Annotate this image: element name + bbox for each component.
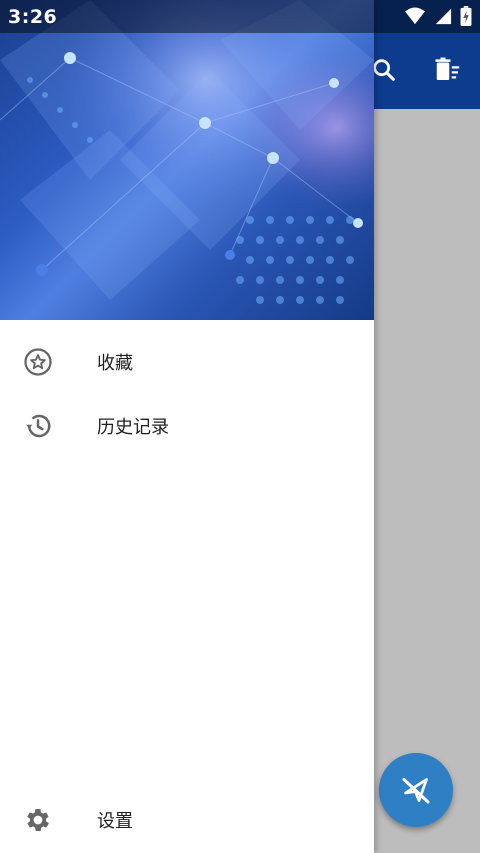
drawer-item-history[interactable]: 历史记录 — [0, 394, 374, 458]
gear-icon — [22, 804, 54, 836]
wifi-icon — [405, 7, 425, 25]
drawer-item-settings[interactable]: 设置 — [0, 788, 374, 852]
star-circle-icon — [22, 346, 54, 378]
status-bar: 3:26 — [0, 0, 480, 33]
drawer-header-image — [0, 0, 374, 320]
drawer-item-favorites[interactable]: 收藏 — [0, 330, 374, 394]
delete-sweep-icon[interactable] — [433, 55, 463, 85]
navigation-drawer: 收藏 历史记录 设置 — [0, 0, 374, 853]
status-time: 3:26 — [8, 6, 58, 28]
battery-charging-icon — [460, 6, 472, 26]
abstract-network-background — [0, 0, 374, 320]
send-fab-button[interactable] — [379, 753, 453, 827]
history-icon — [22, 410, 54, 442]
drawer-item-label: 历史记录 — [97, 417, 169, 438]
paper-plane-crossed-icon — [402, 778, 430, 804]
cellular-signal-icon — [435, 8, 452, 25]
drawer-item-label: 设置 — [97, 811, 133, 832]
drawer-item-label: 收藏 — [97, 353, 133, 374]
